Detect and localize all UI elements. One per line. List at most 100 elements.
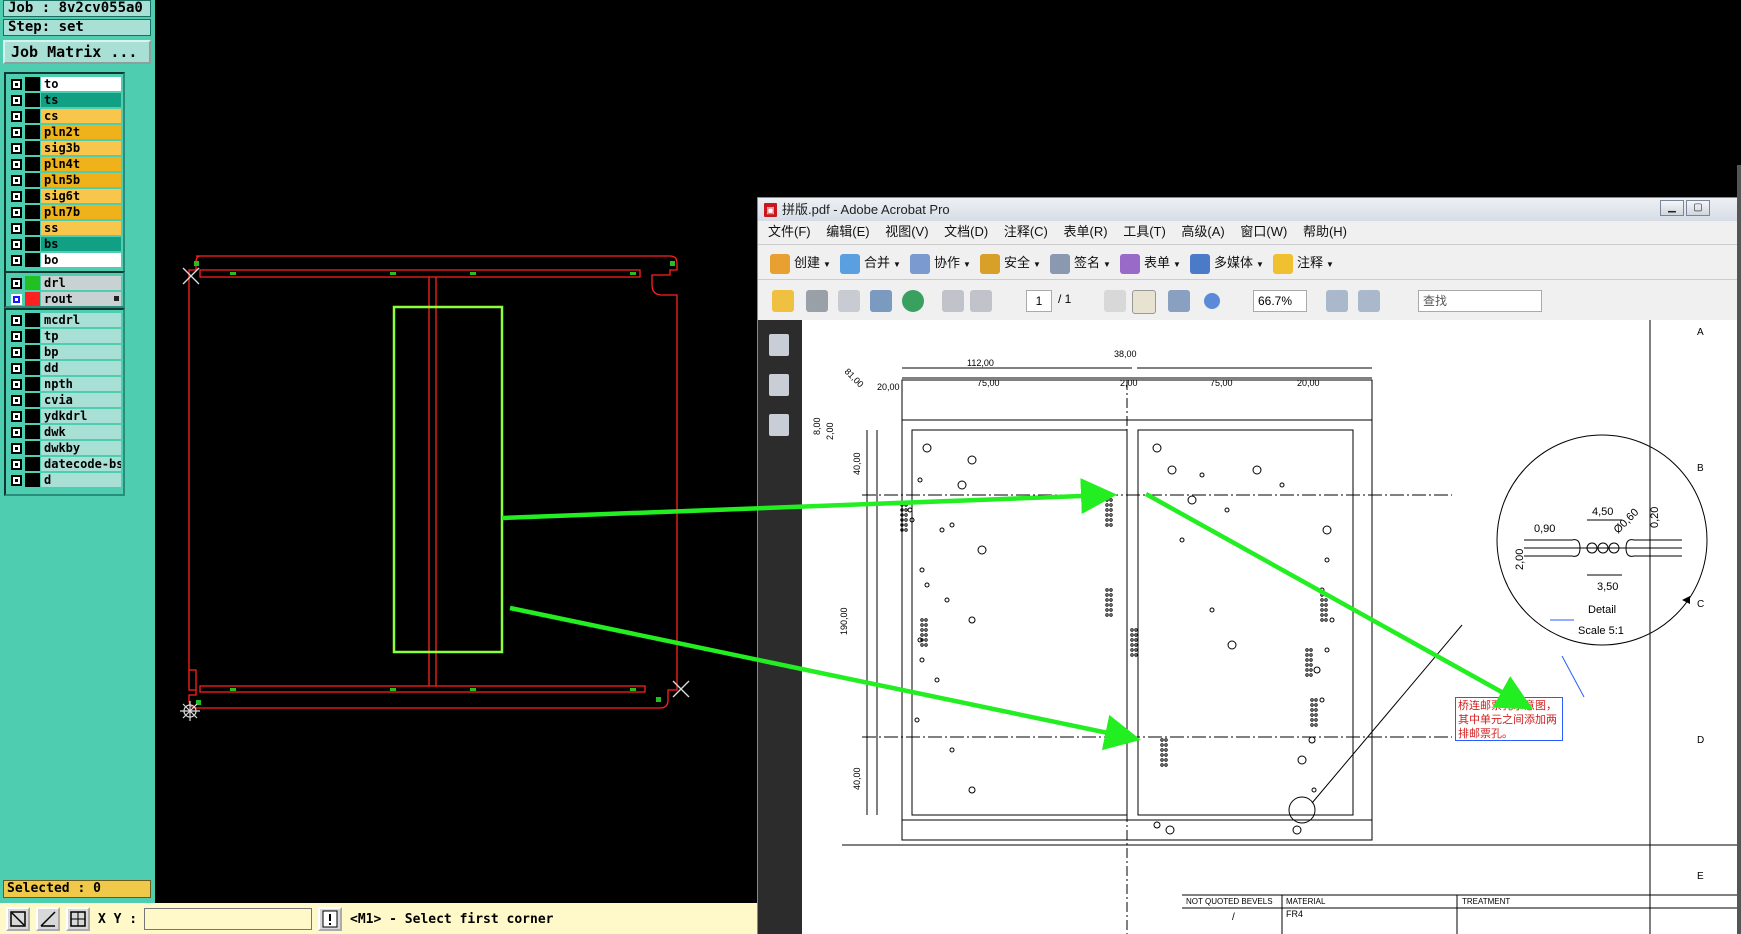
menu-window[interactable]: 窗口(W) [1240, 224, 1287, 239]
layer-row-cvia[interactable]: cvia [8, 392, 121, 408]
layer-color-swatch[interactable] [25, 409, 40, 423]
web-icon[interactable] [902, 290, 924, 312]
layer-name[interactable]: pln7b [41, 205, 121, 219]
layer-checkbox[interactable] [11, 362, 22, 374]
layer-checkbox[interactable] [11, 126, 22, 138]
layer-checkbox[interactable] [11, 394, 22, 406]
layer-row-to[interactable]: to [8, 76, 121, 92]
layer-color-swatch[interactable] [25, 345, 40, 359]
layer-checkbox[interactable] [11, 474, 22, 486]
layer-row-cs[interactable]: cs [8, 108, 121, 124]
layer-color-swatch[interactable] [25, 393, 40, 407]
layer-name[interactable]: d [41, 473, 121, 487]
alert-button[interactable] [318, 907, 342, 931]
layer-name[interactable]: mcdrl [41, 313, 121, 327]
save-icon[interactable] [838, 290, 860, 312]
layer-checkbox[interactable] [11, 238, 22, 250]
layer-name[interactable]: tp [41, 329, 121, 343]
fit-page-icon[interactable] [1326, 290, 1348, 312]
find-input[interactable]: 查找 [1418, 290, 1542, 312]
layer-color-swatch[interactable] [25, 221, 40, 235]
cam-graphics-canvas[interactable] [155, 0, 757, 903]
pages-icon[interactable] [769, 334, 789, 356]
layer-row-npth[interactable]: npth [8, 376, 121, 392]
comment-button[interactable]: 注释 ▼ [1273, 251, 1334, 275]
annotation-callout[interactable]: 桥连邮票孔示意图，其中单元之间添加两排邮票孔。 [1455, 697, 1563, 741]
layer-row-ydkdrl[interactable]: ydkdrl [8, 408, 121, 424]
layer-name[interactable]: ts [41, 93, 121, 107]
layer-color-swatch[interactable] [25, 189, 40, 203]
email-icon[interactable] [870, 290, 892, 312]
zoom-out-icon[interactable] [1204, 293, 1220, 309]
page-number-input[interactable]: 1 [1026, 290, 1052, 312]
layer-color-swatch[interactable] [25, 125, 40, 139]
combine-button[interactable]: 合并 ▼ [840, 251, 901, 275]
layer-checkbox[interactable] [11, 426, 22, 438]
grid-button[interactable] [66, 907, 90, 931]
layer-name[interactable]: rout [41, 292, 121, 306]
layer-name[interactable]: pln5b [41, 173, 121, 187]
sign-button[interactable]: 签名 ▼ [1050, 251, 1111, 275]
layer-name[interactable]: pln2t [41, 125, 121, 139]
job-matrix-button[interactable]: Job Matrix ... [3, 40, 151, 64]
layer-name[interactable]: drl [41, 276, 121, 290]
layer-checkbox[interactable] [11, 330, 22, 342]
layer-name[interactable]: ydkdrl [41, 409, 121, 423]
layer-name[interactable]: datecode-bs [41, 457, 121, 471]
create-button[interactable]: 创建 ▼ [770, 251, 831, 275]
layer-name[interactable]: npth [41, 377, 121, 391]
layer-row-pln5b[interactable]: pln5b [8, 172, 121, 188]
layer-name[interactable]: bp [41, 345, 121, 359]
layer-checkbox[interactable] [11, 314, 22, 326]
layer-color-swatch[interactable] [25, 457, 40, 471]
layer-color-swatch[interactable] [25, 425, 40, 439]
prev-page-icon[interactable] [942, 290, 964, 312]
layer-color-swatch[interactable] [25, 329, 40, 343]
layer-checkbox[interactable] [11, 378, 22, 390]
layer-checkbox[interactable] [11, 142, 22, 154]
layer-checkbox[interactable] [11, 222, 22, 234]
layer-name[interactable]: dd [41, 361, 121, 375]
select-tool-icon[interactable] [1104, 290, 1126, 312]
layer-checkbox[interactable] [11, 277, 22, 289]
layer-row-dd[interactable]: dd [8, 360, 121, 376]
layer-color-swatch[interactable] [25, 276, 40, 290]
layer-color-swatch[interactable] [25, 173, 40, 187]
multimedia-button[interactable]: 多媒体 ▼ [1190, 251, 1264, 275]
open-folder-icon[interactable] [772, 290, 794, 312]
layer-row-dwkby[interactable]: dwkby [8, 440, 121, 456]
menu-document[interactable]: 文档(D) [944, 224, 988, 239]
layer-row-datecode-bs[interactable]: datecode-bs [8, 456, 121, 472]
layer-color-swatch[interactable] [25, 377, 40, 391]
menu-comments[interactable]: 注释(C) [1004, 224, 1048, 239]
layer-checkbox[interactable] [11, 346, 22, 358]
minimize-button[interactable]: ▁ [1660, 200, 1684, 216]
layer-color-swatch[interactable] [25, 253, 40, 267]
layer-color-swatch[interactable] [25, 473, 40, 487]
layer-checkbox[interactable] [11, 206, 22, 218]
layer-row-sig3b[interactable]: sig3b [8, 140, 121, 156]
hand-tool-icon[interactable] [1132, 290, 1156, 314]
collaborate-button[interactable]: 协作 ▼ [910, 251, 971, 275]
layer-color-swatch[interactable] [25, 157, 40, 171]
layer-checkbox[interactable] [11, 458, 22, 470]
layer-color-swatch[interactable] [25, 77, 40, 91]
layer-checkbox[interactable] [11, 442, 22, 454]
layer-row-dwk[interactable]: dwk [8, 424, 121, 440]
layer-name[interactable]: ss [41, 221, 121, 235]
layer-name[interactable]: dwkby [41, 441, 121, 455]
layer-checkbox[interactable] [11, 410, 22, 422]
layer-row-tp[interactable]: tp [8, 328, 121, 344]
layer-checkbox[interactable] [11, 158, 22, 170]
bookmarks-icon[interactable] [769, 374, 789, 396]
menu-file[interactable]: 文件(F) [768, 224, 811, 239]
menu-tools[interactable]: 工具(T) [1123, 224, 1166, 239]
layer-checkbox[interactable] [11, 94, 22, 106]
layer-row-d[interactable]: d [8, 472, 121, 488]
layer-color-swatch[interactable] [25, 237, 40, 251]
menu-view[interactable]: 视图(V) [885, 224, 928, 239]
layer-row-pln7b[interactable]: pln7b [8, 204, 121, 220]
menu-forms[interactable]: 表单(R) [1064, 224, 1108, 239]
layer-name[interactable]: pln4t [41, 157, 121, 171]
layer-color-swatch[interactable] [25, 361, 40, 375]
